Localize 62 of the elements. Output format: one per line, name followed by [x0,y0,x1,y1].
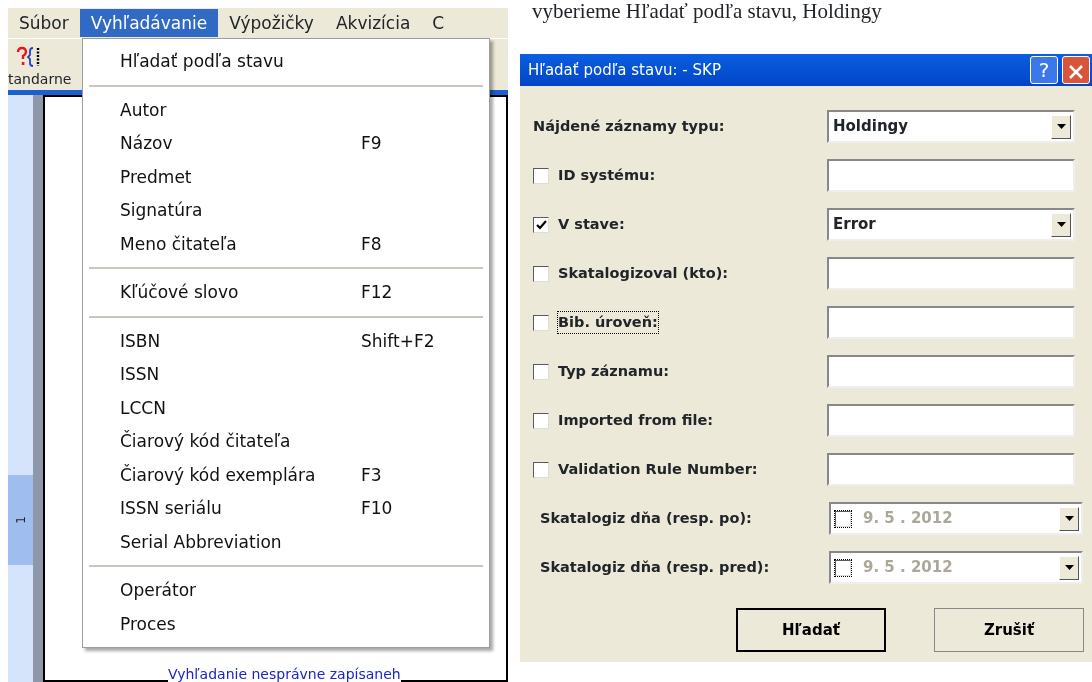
checkbox[interactable] [533,265,549,282]
menu-item[interactable]: Operátor [83,574,489,608]
field-label: Bib. úroveň: [558,311,658,334]
checkbox[interactable] [533,363,549,380]
field-label: Nájdené záznamy typu: [533,116,725,136]
menu-item[interactable]: Čiarový kód čitateľa [83,425,489,459]
menu-item[interactable]: Názov [120,131,361,157]
menu-item[interactable]: ISBN [120,328,361,354]
field-label: Skatalogiz dňa (resp. pred): [540,557,770,577]
menu-item[interactable]: Meno čitateľa [120,231,361,257]
menu-item[interactable]: ISSN seriálu [120,496,361,522]
field-label: Imported from file: [558,410,714,430]
menu-item[interactable]: Signatúra [83,194,489,228]
document-text: Vyhľadanie nesprávne zapísaneh [168,666,401,682]
close-button[interactable] [1062,56,1090,84]
field-label: V stave: [558,214,625,234]
menu-item[interactable]: Čiarový kód exemplára [120,462,361,488]
menu-bar-item[interactable]: C [421,9,456,37]
dialog-button[interactable]: Hľadať [736,608,886,652]
checkbox[interactable] [533,167,549,184]
field-label: Validation Rule Number: [558,459,758,479]
text-field[interactable] [827,404,1075,437]
field-label: Typ záznamu: [558,361,670,381]
shortcut-label: F12 [361,281,393,304]
menu-item[interactable]: Hľadať podľa stavu [83,45,489,79]
ruler-number: 1 [12,516,29,524]
text-field[interactable] [827,453,1075,486]
text-field[interactable] [827,306,1075,339]
help-button[interactable]: ? [1030,56,1058,84]
caption-text: vyberieme Hľadať podľa stavu, Holdingy [531,0,883,22]
menu-item[interactable]: Kľúčové slovo [120,280,361,306]
menu-bar-item[interactable]: Akvizícia [324,9,422,37]
shortcut-label: F9 [361,132,382,155]
menu-item[interactable]: Autor [83,93,489,127]
window-title: Hľadať podľa stavu: - SKP [528,59,722,81]
menu-item[interactable]: ISSN [83,358,489,392]
menu-item[interactable]: Predmet [83,160,489,194]
text-field[interactable] [827,159,1075,192]
field-label: Skatalogiz dňa (resp. po): [540,508,752,528]
menu-bar-item[interactable]: Vyhľadávanie [79,9,219,37]
close-icon [1068,63,1084,80]
dropdown-field[interactable]: Error [827,208,1075,241]
checkbox[interactable] [533,314,549,331]
checkbox[interactable] [533,412,549,429]
text-field[interactable] [827,355,1075,388]
checkbox[interactable] [533,461,549,478]
dialog-button[interactable]: Zrušiť [934,608,1084,652]
shortcut-label: F3 [361,463,382,487]
shortcut-label: F10 [361,497,393,520]
menu-item[interactable]: LCCN [83,391,489,425]
menu-bar-item[interactable]: Súbor [8,9,80,37]
dropdown-field[interactable]: Holdingy [827,110,1075,143]
menu-item[interactable]: Proces [83,607,489,641]
shortcut-label: F8 [361,232,382,256]
checkbox[interactable] [533,216,549,233]
field-label: Skatalogizoval (kto): [558,263,729,283]
menu-item[interactable]: Serial Abbreviation [83,525,489,559]
field-label: ID systému: [558,165,656,185]
toolbar-tab[interactable]: tandarne [8,69,72,90]
menu-bar-item[interactable]: Výpožičky [218,9,325,37]
shortcut-label: Shift+F2 [361,329,435,353]
text-field[interactable] [827,257,1075,290]
